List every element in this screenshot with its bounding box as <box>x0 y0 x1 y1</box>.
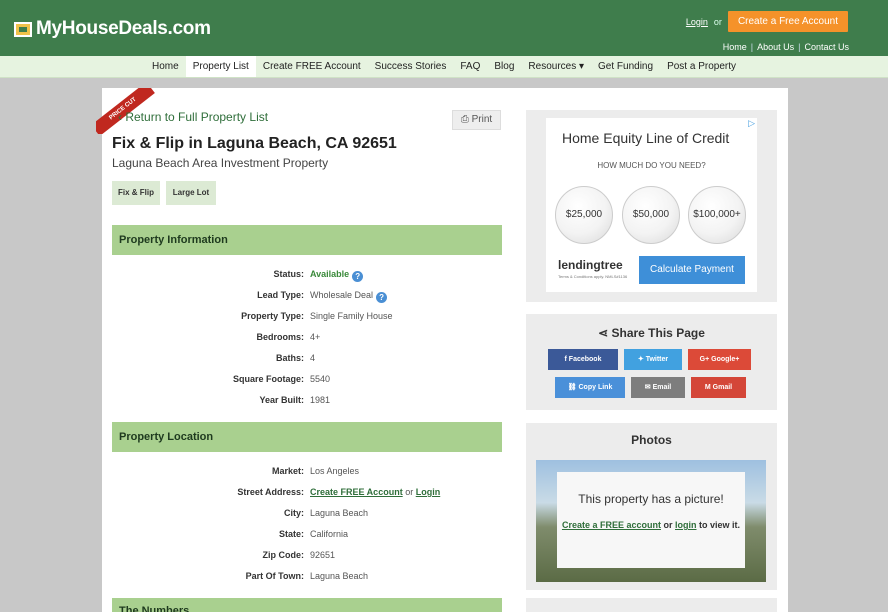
nav-property-list[interactable]: Property List <box>185 56 256 77</box>
photos-panel: Photos This property has a picture! Crea… <box>526 423 777 590</box>
header-links: Home | About Us | Contact Us <box>722 42 849 52</box>
twitter-icon: ✦ <box>637 356 646 363</box>
site-logo[interactable]: MyHouseDeals.com <box>14 18 211 40</box>
email-icon: ✉ <box>644 384 653 391</box>
about-link[interactable]: About Us <box>757 42 794 52</box>
amount-50000-button[interactable]: $50,000 <box>622 186 680 244</box>
listing-title: Fix & Flip in Laguna Beach, CA 92651 <box>112 135 397 152</box>
property-info-heading: Property Information <box>112 225 502 255</box>
info-row-baths: Baths: 4 <box>275 353 316 363</box>
map-panel <box>526 598 777 612</box>
nav-success-stories[interactable]: Success Stories <box>368 56 454 77</box>
lendingtree-logo: lendingtree <box>558 258 623 272</box>
tag-fix-flip: Fix & Flip <box>112 181 160 205</box>
property-location-heading: Property Location <box>112 422 502 452</box>
twitter-share-button[interactable]: ✦ Twitter <box>624 349 682 370</box>
nav-get-funding[interactable]: Get Funding <box>591 56 660 77</box>
info-row-square-footage: Square Footage: 5540 <box>232 374 331 384</box>
info-row-lead-type: Lead Type: Wholesale Deal? <box>112 290 502 304</box>
info-row-year-built: Year Built: 1981 <box>259 395 331 405</box>
property-photo-blurred: This property has a picture! Create a FR… <box>536 460 766 582</box>
google-share-button[interactable]: G+ Google+ <box>688 349 751 370</box>
login-link[interactable]: Login <box>686 17 708 27</box>
info-row-property-type: Property Type: Single Family House <box>241 311 393 321</box>
nav-resources[interactable]: Resources ▾ <box>521 56 591 77</box>
help-icon[interactable]: ? <box>376 292 388 303</box>
loc-row-state: State: California <box>278 529 349 539</box>
login-link[interactable]: Login <box>416 487 441 497</box>
printer-icon: ⎙ <box>460 114 472 125</box>
loc-row-market: Market: Los Angeles <box>271 466 360 476</box>
link-icon: ⛓ <box>567 384 579 391</box>
share-icon: ⋖ <box>598 326 612 340</box>
nav-faq[interactable]: FAQ <box>453 56 487 77</box>
create-account-link[interactable]: Create a FREE account <box>562 520 661 530</box>
auth-links: Login or Create a Free Account <box>686 11 848 32</box>
calculate-payment-button[interactable]: Calculate Payment <box>639 256 745 284</box>
photo-message: This property has a picture! <box>578 492 724 506</box>
google-plus-icon: G+ <box>699 356 712 363</box>
ad-title: Home Equity Line of Credit <box>562 130 730 146</box>
amount-25000-button[interactable]: $25,000 <box>555 186 613 244</box>
print-button[interactable]: ⎙ Print <box>452 110 501 130</box>
help-icon[interactable]: ? <box>352 271 364 282</box>
info-row-bedrooms: Bedrooms: 4+ <box>256 332 321 342</box>
ad-heloc[interactable]: ▷ Home Equity Line of Credit HOW MUCH DO… <box>546 118 757 292</box>
photo-gate: This property has a picture! Create a FR… <box>557 472 745 568</box>
copy-link-button[interactable]: ⛓ Copy Link <box>555 377 625 398</box>
gmail-share-button[interactable]: M Gmail <box>691 377 746 398</box>
loc-row-zip: Zip Code: 92651 <box>262 550 336 560</box>
nav-create-account[interactable]: Create FREE Account <box>256 56 368 77</box>
amount-100000-button[interactable]: $100,000+ <box>688 186 746 244</box>
or-text: or <box>713 16 722 27</box>
info-row-status: Status: Available? <box>112 269 502 283</box>
numbers-heading: The Numbers <box>112 598 502 612</box>
nav-blog[interactable]: Blog <box>487 56 521 77</box>
home-link[interactable]: Home <box>723 42 747 52</box>
photos-title: Photos <box>631 433 672 447</box>
loc-row-city: City: Laguna Beach <box>284 508 369 518</box>
listing-subtitle: Laguna Beach Area Investment Property <box>112 156 329 170</box>
contact-link[interactable]: Contact Us <box>804 42 849 52</box>
ad-question: HOW MUCH DO YOU NEED? <box>597 161 706 170</box>
facebook-share-button[interactable]: f Facebook <box>548 349 618 370</box>
share-panel: ⋖ Share This Page f Facebook ✦ Twitter G… <box>526 314 777 410</box>
loc-row-part-of-town: Part Of Town: Laguna Beach <box>245 571 369 581</box>
share-title: ⋖ Share This Page <box>598 326 705 340</box>
loc-row-street: Street Address: Create FREE Account or L… <box>237 487 441 497</box>
nav-post-property[interactable]: Post a Property <box>660 56 743 77</box>
logo-text: MyHouseDeals.com <box>36 18 211 39</box>
create-account-button[interactable]: Create a Free Account <box>727 11 848 32</box>
create-account-link[interactable]: Create FREE Account <box>310 487 403 497</box>
ad-choices-icon[interactable]: ▷ <box>748 118 755 129</box>
email-share-button[interactable]: ✉ Email <box>631 377 685 398</box>
nav-home[interactable]: Home <box>145 56 186 77</box>
back-to-list-link[interactable]: ‹ Return to Full Property List <box>118 110 268 124</box>
site-header: MyHouseDeals.com Login or Create a Free … <box>0 0 888 56</box>
ad-disclaimer: Terms & Conditions apply. NMLS#1136 <box>558 274 628 279</box>
house-logo-icon <box>14 21 32 37</box>
main-nav: Home Property List Create FREE Account S… <box>0 56 888 78</box>
login-link[interactable]: login <box>675 520 697 530</box>
tag-large-lot: Large Lot <box>166 181 216 205</box>
gmail-icon: M <box>704 384 713 391</box>
